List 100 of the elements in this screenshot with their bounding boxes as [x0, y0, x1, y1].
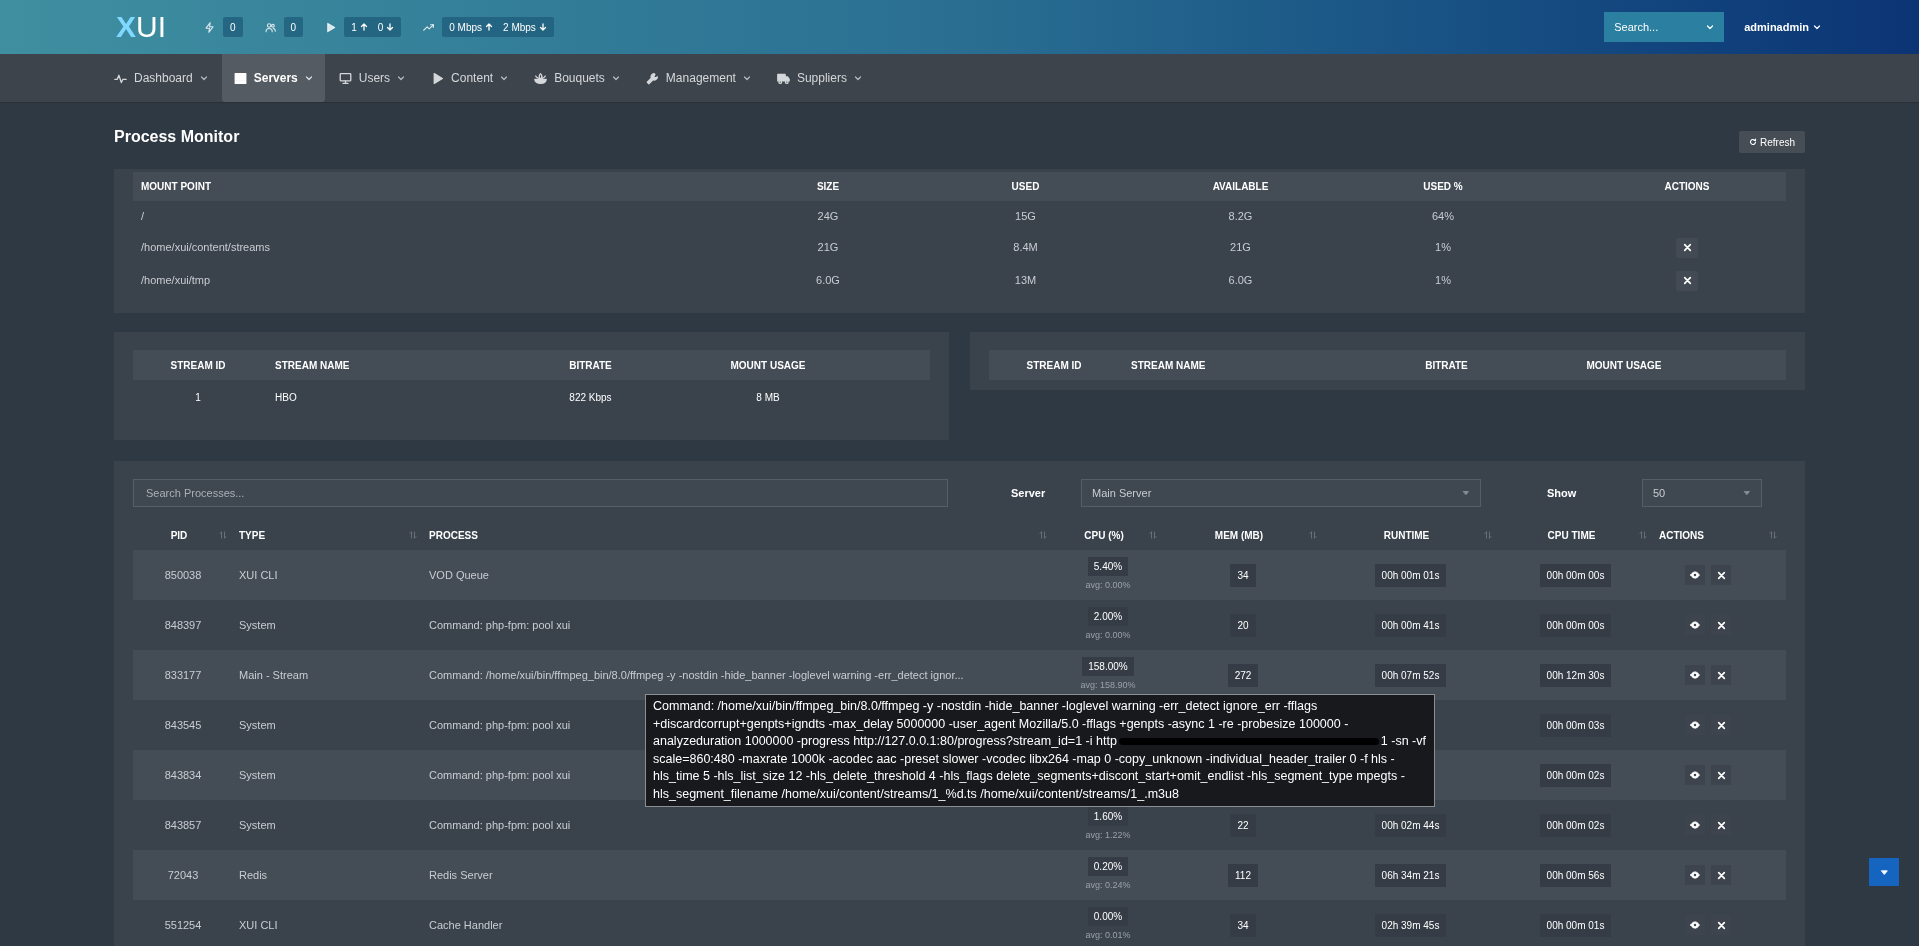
stat-value: 2 Mbps — [503, 20, 536, 35]
cpu-value: 1.60% — [1087, 807, 1129, 827]
cpu-value: 0.00% — [1087, 907, 1129, 927]
runtime-value: 00h 00m 01s — [1374, 563, 1447, 587]
table-cell-text: 850038 — [163, 567, 203, 583]
nav-tab[interactable]: Dashboard — [102, 54, 220, 102]
table-cell: Command: /home/xui/bin/ffmpeg_bin/8.0/ffmpeg -y -nostdin -hide_banner -loglevel warning -err_detect ignor... — [429, 668, 964, 681]
nav-tab[interactable]: Users — [326, 54, 418, 102]
sort-icon — [219, 531, 227, 539]
field-label: Server — [1011, 485, 1047, 501]
cpu-time-value: 00h 00m 56s — [1539, 863, 1612, 887]
caret-down-icon — [1462, 489, 1470, 497]
memory-value: 34 — [1230, 913, 1256, 937]
scroll-down-button[interactable] — [1869, 858, 1899, 886]
memory-value: 272 — [1227, 663, 1259, 687]
runtime-value: 06h 34m 21s — [1374, 863, 1447, 887]
column-header: STREAM NAME — [1130, 358, 1207, 373]
kill-button[interactable] — [1711, 665, 1731, 685]
arrow-up-icon — [485, 23, 494, 31]
table-cell: Command: php-fpm: pool xui — [429, 718, 571, 731]
view-button[interactable] — [1685, 565, 1705, 585]
memory-value: 22 — [1230, 813, 1256, 837]
table-cell-text: 8.2G — [1227, 208, 1254, 224]
table-cell-text: 1% — [1434, 273, 1452, 289]
column-header: STREAM ID — [169, 358, 227, 373]
show-select[interactable]: 50 — [1642, 479, 1762, 507]
command-tooltip: Command: /home/xui/bin/ffmpeg_bin/8.0/ffmpeg -y -nostdin -hide_banner -loglevel warning -err_detect ignore_err -fflags +discardcorrupt+genpts+igndts -max_delay 5000000 -user_agent Mozilla/5.0 -fflags +genpts -async 1 -re -probesize 100000 -analyzeduration 1000000 -progress http://127.0.0.1:80/progress?stream_id=1 -i http 1 -sn -vf scale=860:480 -maxrate 1000k -acodec aac -preset slower -vcodec libx264 -map 0 -copy_unknown -individual_header_trailer 0 -f hls -hls_time 5 -hls_list_size 12 -hls_delete_threshold 4 -hls_flags delete_segments+discont_start+omit_endlist -hls_segment_type mpegts -hls_segment_filename /home/xui/content/streams/1_%d.ts /home/xui/content/streams/1_.m3u8 — [645, 694, 1435, 807]
nav-tab[interactable]: Content — [419, 54, 521, 102]
nav-tab[interactable]: Suppliers — [764, 54, 874, 102]
chevron-down-icon — [1706, 23, 1715, 31]
table-cell-text: / — [140, 208, 146, 224]
column-header[interactable]: TYPE — [239, 527, 266, 543]
column-header[interactable]: RUNTIME — [1329, 527, 1484, 543]
sort-icon — [1149, 531, 1157, 539]
view-button[interactable] — [1685, 765, 1705, 785]
column-header[interactable]: CPU TIME — [1504, 527, 1639, 543]
table-cell-text: HBO — [274, 390, 298, 405]
column-header[interactable]: ACTIONS — [1659, 527, 1704, 543]
search-field[interactable]: Search Processes... — [133, 479, 948, 507]
kill-button[interactable] — [1711, 565, 1731, 585]
chevron-down-icon — [1813, 23, 1821, 31]
eye-icon — [1690, 720, 1700, 730]
view-button[interactable] — [1685, 665, 1705, 685]
column-header[interactable]: PID — [139, 527, 219, 543]
chevron-down-icon — [500, 74, 509, 82]
remove-button[interactable] — [1676, 237, 1698, 258]
memory-value: 20 — [1230, 613, 1256, 637]
table-cell: Redis Server — [429, 868, 493, 881]
user-menu[interactable]: adminadmin — [1744, 18, 1821, 36]
cpu-time-value: 00h 00m 00s — [1539, 563, 1612, 587]
eye-icon — [1690, 920, 1700, 930]
cpu-time-value: 00h 12m 30s — [1539, 663, 1612, 687]
server-select[interactable]: Main Server — [1081, 479, 1481, 507]
wrench-icon — [645, 71, 659, 85]
cpu-average: avg: 0.00% — [1085, 579, 1131, 593]
cpu-average: avg: 0.24% — [1085, 879, 1131, 893]
table-cell-text: 24G — [816, 208, 840, 224]
cpu-average: avg: 1.22% — [1085, 829, 1131, 843]
table-cell-text: 8.4M — [1012, 240, 1039, 256]
table-cell-text: 8 MB — [755, 390, 781, 405]
cpu-time-value: 00h 00m 01s — [1539, 913, 1612, 937]
cpu-value: 5.40% — [1087, 557, 1129, 577]
search-dropdown[interactable]: Search... — [1604, 12, 1725, 42]
arrow-down-icon — [386, 23, 395, 31]
column-header: STREAM NAME — [274, 358, 351, 373]
table-cell: Command: php-fpm: pool xui — [429, 768, 571, 781]
column-header[interactable]: PROCESS — [429, 527, 478, 543]
column-header[interactable]: CPU (%) — [1059, 527, 1149, 543]
remove-button[interactable] — [1676, 270, 1698, 291]
kill-button[interactable] — [1711, 765, 1731, 785]
sort-icon — [1639, 531, 1647, 539]
column-header[interactable]: MEM (MB) — [1169, 527, 1309, 543]
column-header: USED — [1010, 180, 1041, 194]
table-cell-text: 843834 — [163, 767, 203, 783]
refresh-button[interactable]: Refresh — [1739, 131, 1805, 153]
view-button[interactable] — [1685, 865, 1705, 885]
eye-icon — [1690, 670, 1700, 680]
table-cell: Command: php-fpm: pool xui — [429, 818, 571, 831]
nav-tab[interactable]: Management — [633, 54, 763, 102]
close-icon — [1716, 820, 1726, 830]
table-cell: Cache Handler — [429, 918, 503, 931]
table-cell-text: 6.0G — [1227, 273, 1254, 289]
kill-button[interactable] — [1711, 865, 1731, 885]
arrow-up-icon — [359, 23, 368, 31]
table-cell-text: Main - Stream — [238, 667, 310, 683]
arrow-down-icon — [538, 23, 547, 31]
table-cell-text: 843545 — [163, 717, 203, 733]
nav-tab[interactable]: Bouquets — [522, 54, 632, 102]
caret-down-icon — [1743, 489, 1751, 497]
chevron-down-icon — [742, 74, 751, 82]
column-header: BITRATE — [568, 358, 613, 373]
nav-tab[interactable]: Servers — [221, 54, 325, 102]
table-cell-text: System — [238, 817, 277, 833]
caret-down-icon — [1879, 867, 1889, 877]
column-header: STREAM ID — [1025, 358, 1083, 373]
cpu-value: 2.00% — [1087, 607, 1129, 627]
eye-icon — [1690, 620, 1700, 630]
column-header: SIZE — [815, 180, 841, 194]
table-cell-text: 21G — [1229, 240, 1252, 256]
memory-value: 112 — [1228, 863, 1258, 887]
